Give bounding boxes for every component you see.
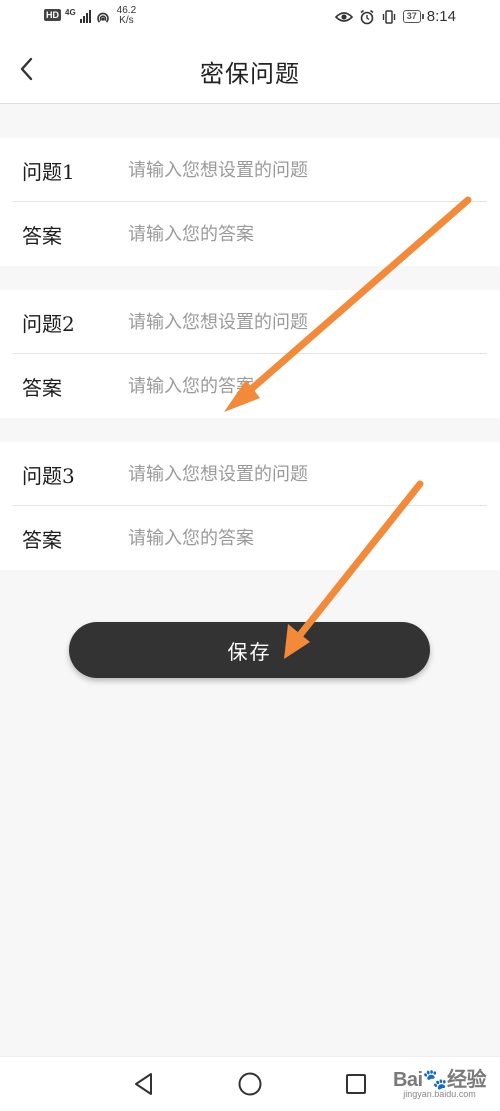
- answer-row-2: 答案: [0, 354, 500, 418]
- system-nav-bar: Bai🐾经验 jingyan.baidu.com: [0, 1056, 500, 1111]
- recents-square-icon[interactable]: [344, 1071, 368, 1097]
- question-row-2: 问题2: [0, 290, 500, 354]
- answer-row-3: 答案: [0, 506, 500, 570]
- alarm-icon: [360, 9, 374, 24]
- hd-badge: HD: [44, 9, 61, 21]
- signal-icon: [79, 9, 91, 23]
- baidu-jingyan-watermark: Bai🐾经验 jingyan.baidu.com: [392, 1063, 487, 1099]
- question-row-3: 问题3: [0, 442, 500, 506]
- speed-unit: K/s: [119, 15, 134, 26]
- watermark-brand: Bai: [392, 1069, 423, 1091]
- watermark-brand-suffix: 经验: [447, 1069, 487, 1091]
- answer-input-1[interactable]: [128, 216, 480, 252]
- battery-icon: 37: [402, 10, 424, 23]
- question-label-2: 问题2: [22, 311, 75, 336]
- answer-input-2[interactable]: [128, 368, 480, 404]
- question-input-3[interactable]: [128, 456, 480, 492]
- back-triangle-icon[interactable]: [132, 1071, 156, 1097]
- eye-icon: [334, 11, 353, 22]
- network-speed: 46.2 K/s: [117, 6, 136, 26]
- vibrate-icon: [382, 9, 395, 24]
- question-group-1: 问题1 答案: [0, 138, 500, 266]
- save-button[interactable]: 保存: [69, 622, 430, 678]
- home-circle-icon[interactable]: [237, 1071, 263, 1097]
- status-left: HD 4G 46.2 K/s: [44, 6, 136, 26]
- page-title: 密保问题: [200, 60, 300, 88]
- answer-label-2: 答案: [22, 375, 62, 400]
- question-group-2: 问题2 答案: [0, 290, 500, 418]
- answer-input-3[interactable]: [128, 520, 480, 556]
- question-label-3: 问题3: [22, 463, 75, 488]
- answer-row-1: 答案: [0, 202, 500, 266]
- network-label: 4G: [65, 8, 76, 17]
- paw-icon: 🐾: [422, 1069, 448, 1091]
- nav-header: 密保问题: [0, 36, 500, 104]
- question-group-3: 问题3 答案: [0, 442, 500, 570]
- question-input-2[interactable]: [128, 304, 480, 340]
- status-time: 8:14: [426, 8, 456, 25]
- answer-label-3: 答案: [22, 527, 62, 552]
- status-right: 37 8:14: [334, 8, 456, 25]
- watermark-site: jingyan.baidu.com: [403, 1089, 476, 1099]
- status-bar: HD 4G 46.2 K/s 37 8:14: [0, 0, 500, 36]
- question-row-1: 问题1: [0, 138, 500, 202]
- watermark-logo: Bai🐾经验: [392, 1063, 487, 1092]
- hotspot-icon: [96, 12, 109, 23]
- question-label-1: 问题1: [22, 159, 75, 184]
- question-input-1[interactable]: [128, 152, 480, 188]
- answer-label-1: 答案: [22, 223, 62, 248]
